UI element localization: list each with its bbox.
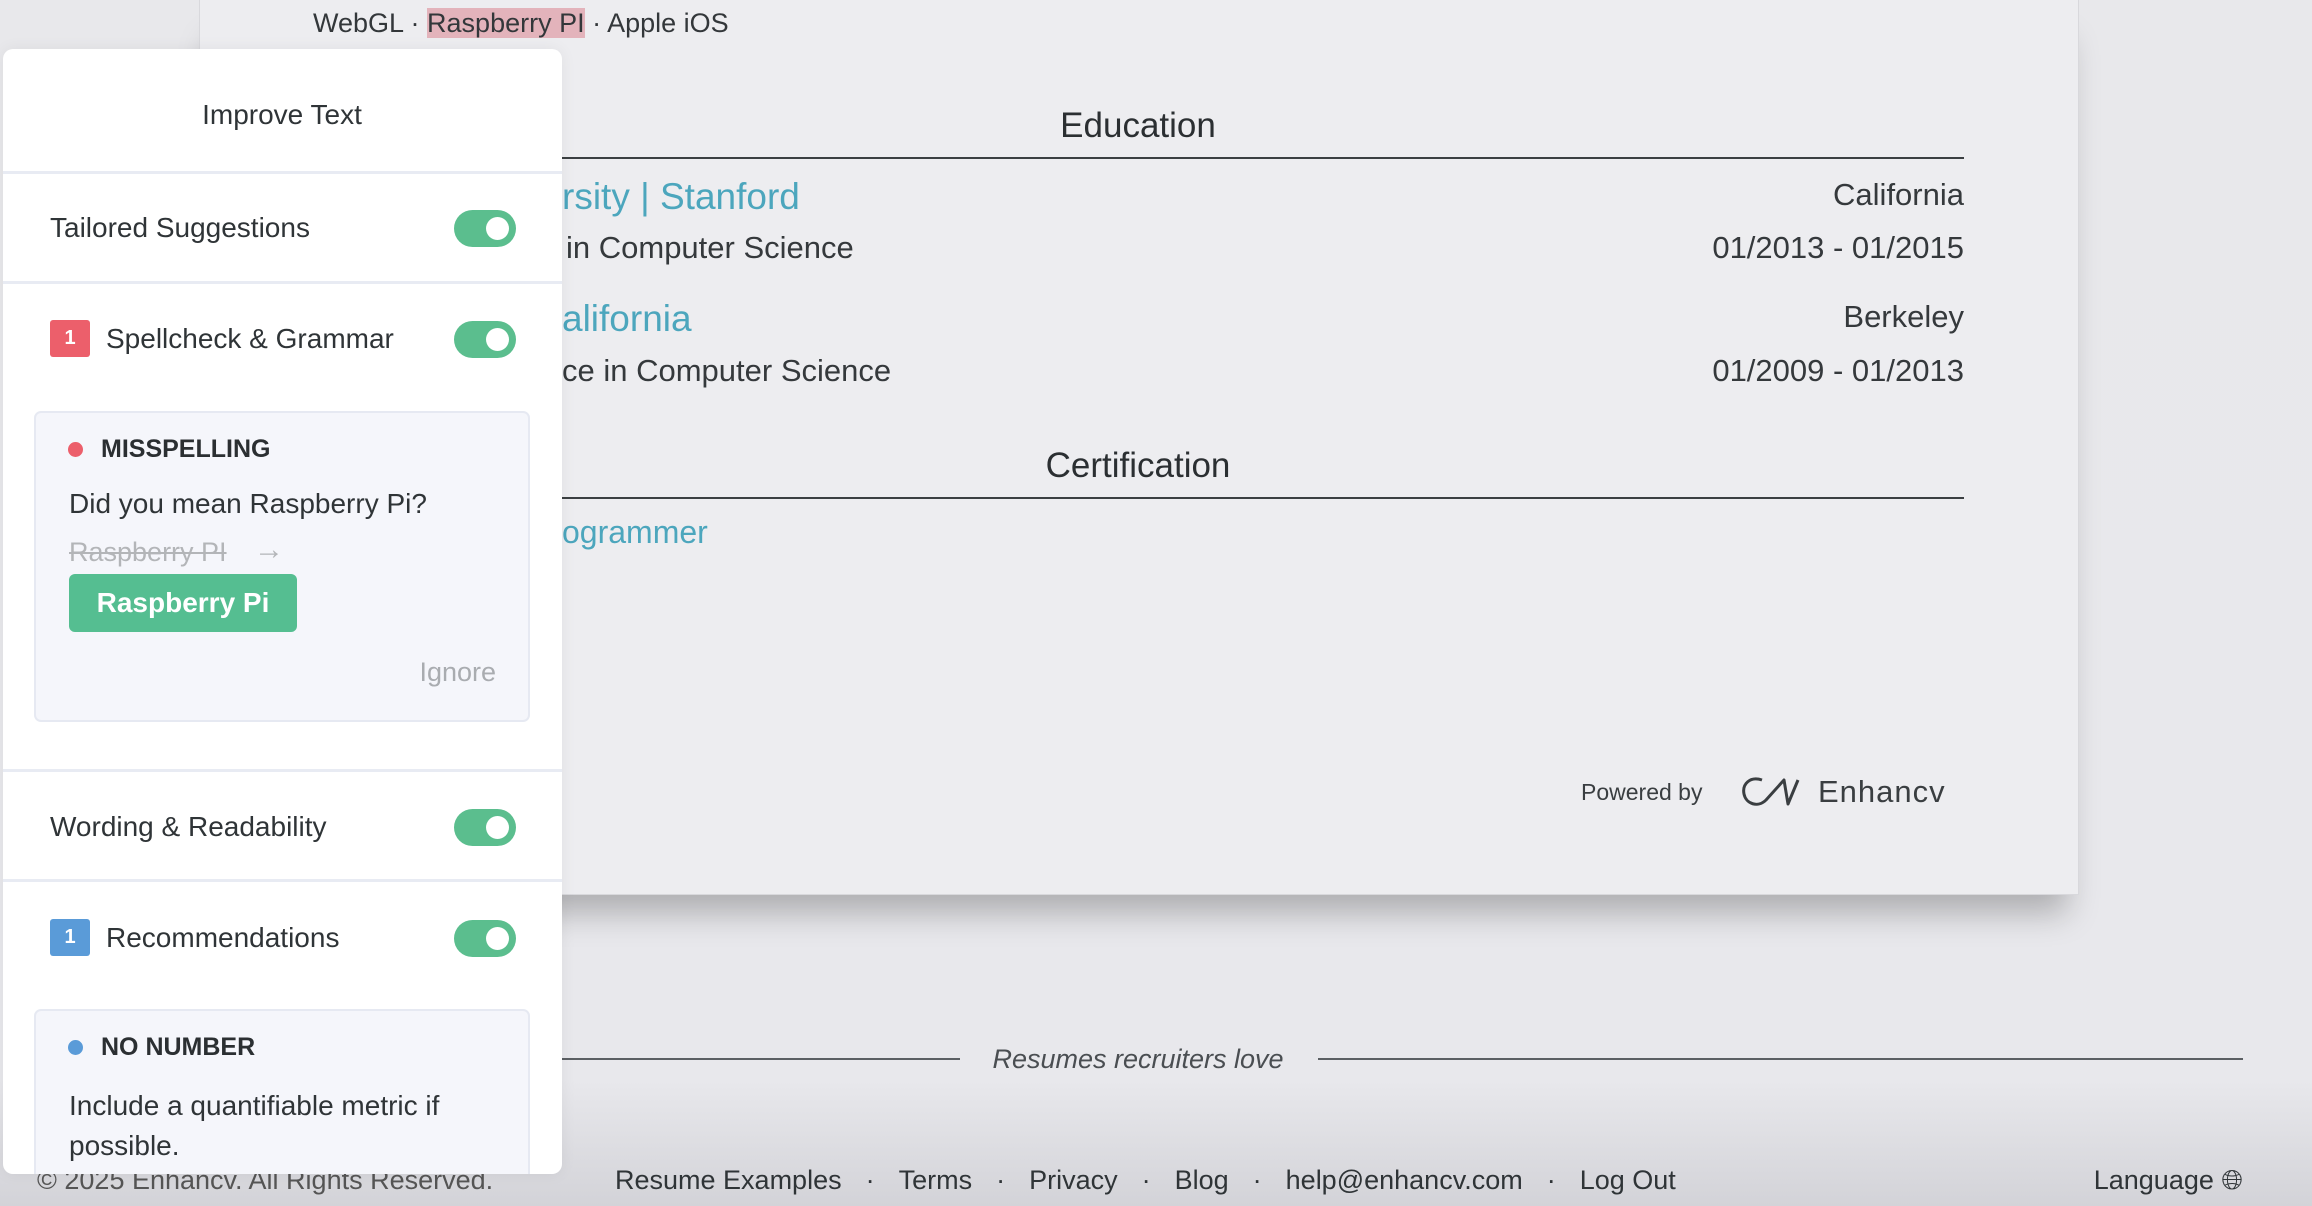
enhancv-logo-icon — [1742, 777, 1800, 806]
spellcheck-count-badge: 1 — [50, 320, 90, 357]
no-number-card: NO NUMBER Include a quantifiable metric … — [34, 1009, 530, 1174]
dates: 01/2013 - 01/2015 — [1712, 230, 1964, 265]
divider — [3, 281, 562, 284]
footer-link-resume-examples[interactable]: Resume Examples — [615, 1165, 842, 1196]
footer-links: Resume Examples · Terms · Privacy · Blog · h… — [615, 1165, 1676, 1196]
dates: 01/2009 - 01/2013 — [1712, 353, 1964, 388]
issue-message: Did you mean Raspberry Pi? — [69, 488, 427, 519]
brand-name: Enhancv — [1818, 774, 1946, 809]
skill-text: · Apple iOS — [584, 8, 729, 38]
footer-link-email[interactable]: help@enhancv.com — [1286, 1165, 1523, 1196]
section-label: Wording & Readability — [50, 811, 327, 842]
footer-link-blog[interactable]: Blog — [1175, 1165, 1229, 1196]
arrow-right-icon: → — [254, 533, 284, 566]
globe-icon: 🌐︎ — [2221, 1165, 2243, 1195]
powered-by: Powered by — [1581, 779, 1703, 805]
recommendations-count-badge: 1 — [50, 919, 90, 956]
footer-link-logout[interactable]: Log Out — [1580, 1165, 1676, 1196]
issue-message: Include a quantifiable metric if possibl… — [69, 1090, 440, 1161]
recommendations-toggle[interactable] — [454, 920, 516, 957]
divider — [3, 879, 562, 882]
wording-readability-toggle[interactable] — [454, 809, 516, 846]
skills-line: WebGL · Raspberry PI · Apple iOS — [313, 8, 729, 39]
misspelling-card: MISSPELLING Did you mean Raspberry Pi? R… — [34, 411, 530, 722]
divider — [3, 769, 562, 772]
tagline: Resumes recruiters love — [992, 1044, 1284, 1074]
divider — [3, 171, 562, 174]
language-selector[interactable]: Language 🌐︎ — [2094, 1165, 2243, 1197]
education-heading: Education — [1060, 106, 1216, 145]
school-name[interactable]: rsity | Stanford — [562, 176, 800, 218]
section-label: Spellcheck & Grammar — [106, 323, 394, 354]
location: Berkeley — [1843, 299, 1964, 334]
improve-text-panel: Improve Text Tailored Suggestions 1 Spel… — [3, 49, 562, 1174]
issue-category: MISSPELLING — [101, 435, 271, 463]
degree: ce in Computer Science — [562, 353, 892, 388]
location: California — [1833, 177, 1964, 212]
section-label: Recommendations — [106, 922, 340, 953]
certification-name[interactable]: ogrammer — [562, 514, 708, 551]
ignore-button[interactable]: Ignore — [419, 657, 496, 688]
accept-suggestion-button[interactable]: Raspberry Pi — [69, 574, 297, 632]
divider — [1318, 1058, 2243, 1060]
error-dot-icon — [68, 442, 83, 457]
panel-title: Improve Text — [202, 99, 362, 130]
section-label: Tailored Suggestions — [50, 212, 310, 243]
original-text: Raspberry PI — [69, 537, 227, 567]
spellcheck-toggle[interactable] — [454, 321, 516, 358]
footer-link-terms[interactable]: Terms — [899, 1165, 973, 1196]
info-dot-icon — [68, 1040, 83, 1055]
degree: in Computer Science — [566, 230, 854, 265]
issue-category: NO NUMBER — [101, 1033, 256, 1061]
certification-heading: Certification — [1045, 446, 1231, 485]
misspelled-highlight[interactable]: Raspberry PI — [427, 8, 585, 38]
footer-link-privacy[interactable]: Privacy — [1029, 1165, 1118, 1196]
tailored-suggestions-toggle[interactable] — [454, 210, 516, 247]
language-label: Language — [2093, 1165, 2214, 1195]
school-name[interactable]: alifornia — [562, 298, 692, 340]
skill-text: WebGL · — [313, 8, 428, 38]
divider — [562, 1058, 960, 1060]
